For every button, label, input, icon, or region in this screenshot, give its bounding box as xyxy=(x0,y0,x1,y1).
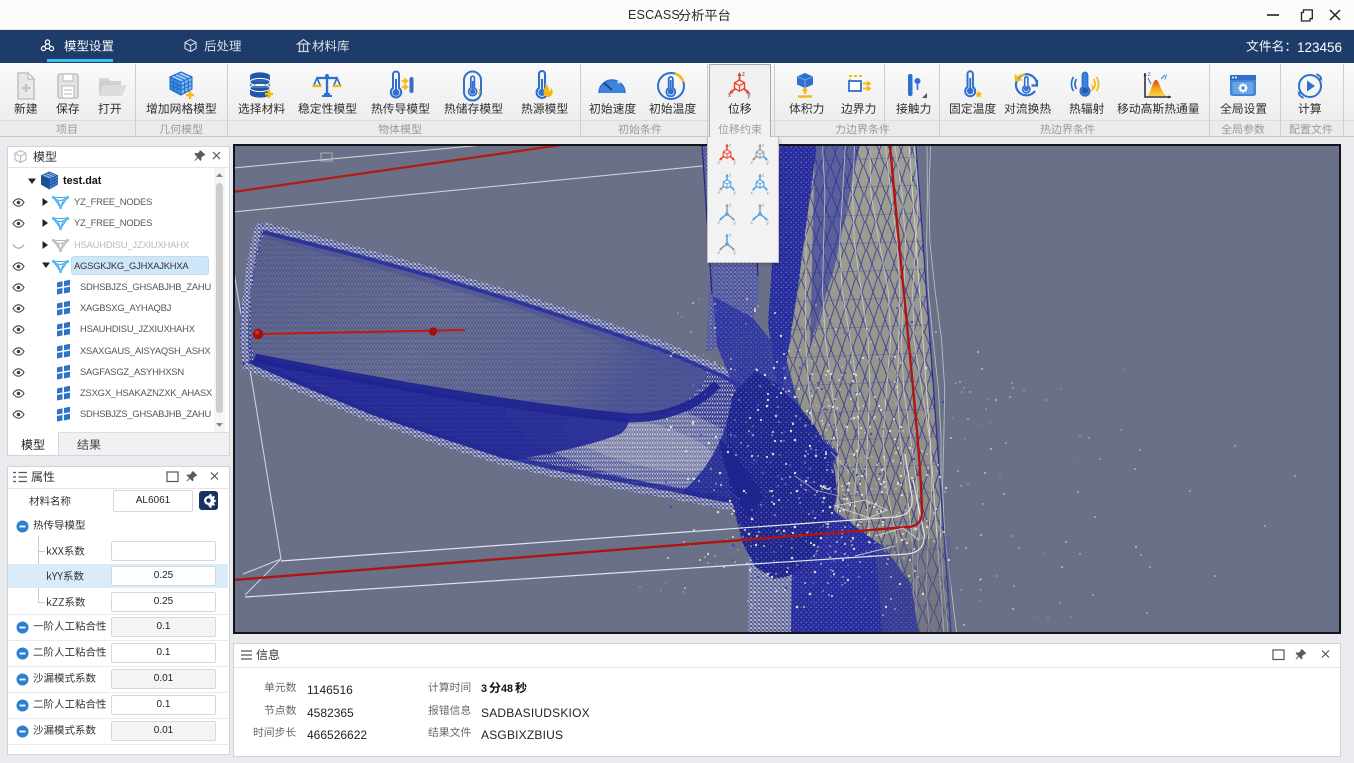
svg-text:y: y xyxy=(767,220,770,225)
svg-text:x: x xyxy=(751,220,754,225)
svg-text:y: y xyxy=(1164,73,1168,80)
svg-text:x: x xyxy=(718,160,721,165)
svg-text:x: x xyxy=(718,220,721,225)
svg-text:z: z xyxy=(1148,71,1151,78)
svg-text:x: x xyxy=(728,93,731,99)
svg-text:y: y xyxy=(734,160,737,165)
svg-text:z: z xyxy=(762,143,765,148)
svg-text:z: z xyxy=(742,72,745,78)
svg-text:x: x xyxy=(751,190,754,195)
svg-text:z: z xyxy=(762,203,765,208)
svg-text:y: y xyxy=(734,250,737,255)
svg-text:y: y xyxy=(734,190,737,195)
svg-text:y: y xyxy=(748,93,751,99)
svg-text:z: z xyxy=(762,173,765,178)
svg-text:x: x xyxy=(751,160,754,165)
svg-text:z: z xyxy=(729,203,732,208)
svg-text:y: y xyxy=(734,220,737,225)
svg-text:z: z xyxy=(729,143,732,148)
svg-text:z: z xyxy=(729,233,732,238)
svg-text:y: y xyxy=(767,160,770,165)
svg-text:z: z xyxy=(729,173,732,178)
svg-text:x: x xyxy=(718,190,721,195)
svg-text:x: x xyxy=(718,250,721,255)
svg-text:y: y xyxy=(767,190,770,195)
